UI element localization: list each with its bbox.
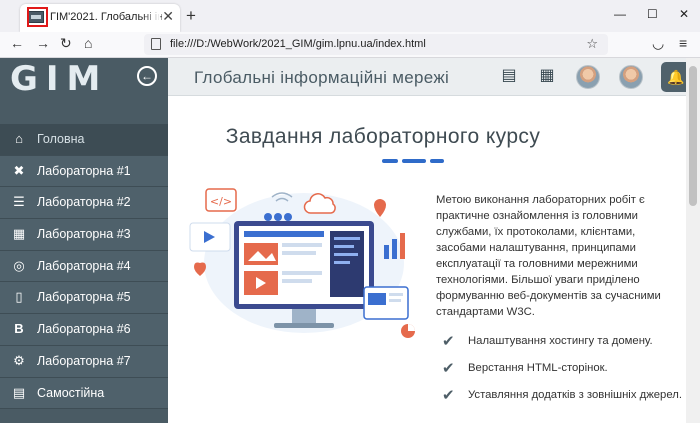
avatar[interactable] [619, 65, 643, 89]
list-item: ✔ Верстання HTML-сторінок. [442, 360, 682, 380]
cms-icon: ⚙ [13, 352, 25, 368]
sidebar-item-lab6[interactable]: B Лабораторна #6 [0, 314, 168, 346]
check-icon: ✔ [442, 360, 455, 377]
bootstrap-icon: B [14, 321, 24, 337]
circuit-icon: ▦ [12, 226, 26, 242]
sidebar-item-label: Самостійна [37, 385, 105, 400]
document-icon: ▤ [12, 384, 26, 400]
list-item-text: Уставляння додатків з зовнішніх джерел. [468, 389, 682, 401]
code-file-icon: ▯ [15, 289, 23, 305]
calendar-icon[interactable]: ▦ [536, 66, 558, 86]
heading-decoration [382, 159, 444, 163]
news-icon[interactable]: ▤ [498, 66, 520, 86]
sidebar-item-label: Лабораторна #6 [37, 322, 131, 337]
sidebar-menu: ⌂ Головна ✖ Лабораторна #1 ☰ Лабораторна… [0, 124, 168, 410]
check-icon: ✔ [442, 333, 455, 350]
server-icon: ☰ [13, 194, 25, 210]
browser-nav-bar: ← → ↻ ⌂ file:///D:/WebWork/2021_GIM/gim.… [0, 32, 700, 58]
close-window-icon[interactable]: ✕ [679, 8, 689, 20]
list-item: ✔ Налаштування хостингу та домену. [442, 333, 682, 353]
list-item: ✔ Уставляння додатків з зовнішніх джерел… [442, 387, 682, 407]
tab-close-icon[interactable]: ✕ [162, 9, 174, 23]
sidebar-item-lab4[interactable]: ◎ Лабораторна #4 [0, 250, 168, 283]
collapse-sidebar-icon[interactable]: ← [137, 66, 157, 86]
tools-icon: ✖ [13, 162, 25, 178]
home-icon: ⌂ [15, 131, 23, 146]
list-item-text: Налаштування хостингу та домену. [468, 335, 653, 347]
sidebar-item-label: Лабораторна #5 [37, 290, 131, 305]
sidebar-item-home[interactable]: ⌂ Головна [0, 124, 168, 156]
section-heading: Завдання лабораторного курсу [225, 125, 541, 148]
logo-area: GIM ← [0, 58, 168, 100]
tab-title-fade [142, 6, 160, 28]
url-text: file:///D:/WebWork/2021_GIM/gim.lpnu.ua/… [170, 38, 426, 50]
forward-arrow-icon[interactable]: → [36, 36, 50, 50]
bookmark-star-icon[interactable]: ☆ [586, 37, 598, 50]
sidebar-item-lab3[interactable]: ▦ Лабораторна #3 [0, 219, 168, 251]
page-icon [151, 38, 161, 50]
sidebar-item-label: Лабораторна #3 [37, 227, 131, 242]
sidebar-item-label: Лабораторна #1 [37, 163, 131, 178]
page-scrollbar[interactable] [686, 58, 700, 423]
minimize-icon[interactable]: — [614, 8, 626, 20]
avatar[interactable] [576, 65, 600, 89]
favicon-highlight-box [27, 7, 48, 27]
pocket-icon[interactable]: ◡ [652, 36, 664, 50]
sidebar-item-label: Головна [37, 132, 85, 146]
course-description: Метою виконання лабораторних робіт є пра… [436, 194, 661, 318]
new-tab-icon[interactable]: + [186, 7, 196, 24]
back-arrow-icon[interactable]: ← [10, 36, 24, 50]
sidebar-item-lab1[interactable]: ✖ Лабораторна #1 [0, 155, 168, 188]
app-header: Глобальні інформаційні мережі ▤ ▦ 🔔 [168, 58, 700, 96]
sidebar-item-lab7[interactable]: ⚙ Лабораторна #7 [0, 345, 168, 378]
sidebar-item-label: Лабораторна #7 [37, 353, 131, 368]
list-item-text: Верстання HTML-сторінок. [468, 362, 608, 374]
menu-hamburger-icon[interactable]: ≡ [679, 36, 687, 50]
main-content: Завдання лабораторного курсу </> Метою в… [168, 97, 686, 423]
check-icon: ✔ [442, 387, 455, 404]
sidebar-item-label: Лабораторна #4 [37, 258, 131, 273]
checklist: ✔ Налаштування хостингу та домену. ✔ Вер… [442, 333, 682, 414]
maximize-icon[interactable]: ☐ [647, 8, 658, 20]
browser-tab-strip: ГІМ'2021. Глобальні інформаційні мережі … [0, 0, 700, 32]
page-title: Глобальні інформаційні мережі [194, 68, 450, 87]
site-logo[interactable]: GIM [10, 60, 108, 98]
sidebar-item-label: Лабораторна #2 [37, 195, 131, 210]
address-bar[interactable]: file:///D:/WebWork/2021_GIM/gim.lpnu.ua/… [144, 34, 608, 55]
web-development-illustration: </> [189, 188, 415, 338]
reload-icon[interactable]: ↻ [60, 36, 72, 50]
svg-text:</>: </> [210, 195, 232, 208]
target-icon: ◎ [13, 257, 25, 273]
sidebar-item-independent[interactable]: ▤ Самостійна [0, 377, 168, 410]
home-page-icon[interactable]: ⌂ [84, 36, 92, 50]
scrollbar-thumb[interactable] [689, 66, 697, 206]
sidebar-item-lab5[interactable]: ▯ Лабораторна #5 [0, 282, 168, 315]
sidebar: GIM ← ⌂ Головна ✖ Лабораторна #1 ☰ Лабор… [0, 58, 168, 423]
sidebar-item-lab2[interactable]: ☰ Лабораторна #2 [0, 187, 168, 220]
